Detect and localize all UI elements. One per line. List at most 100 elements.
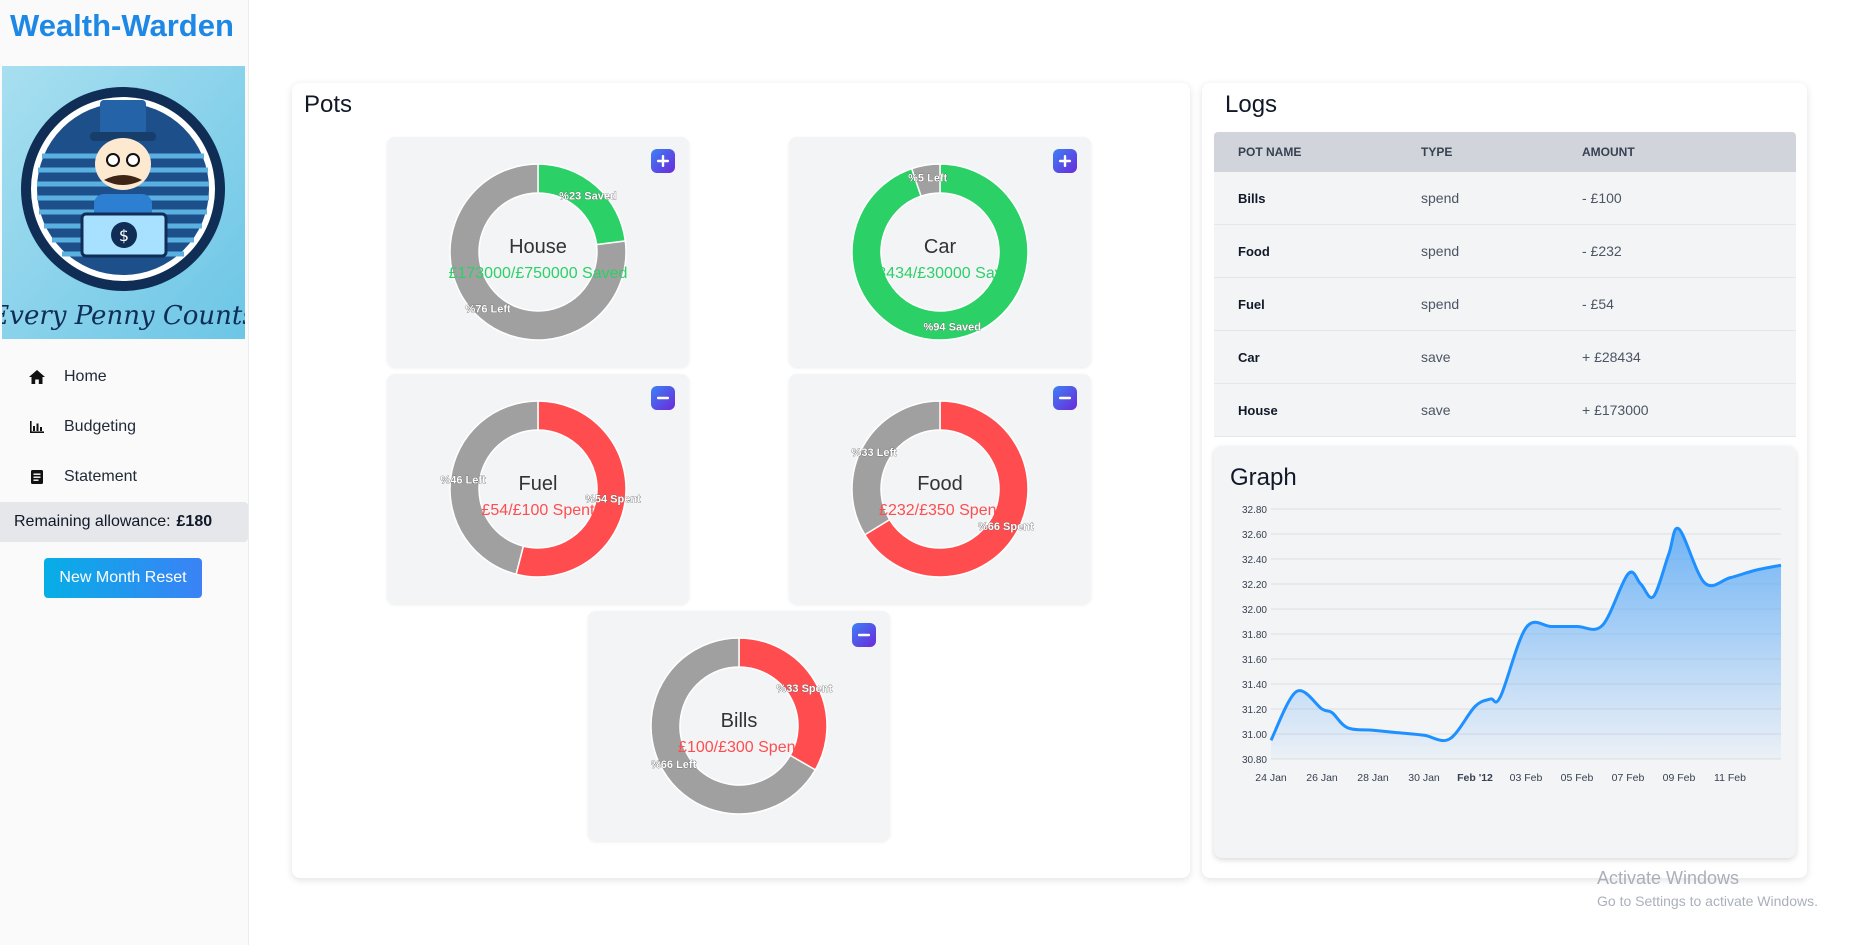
pot-donut-chart[interactable]: %94 Saved %5 Left Car £28434/£30000 Saved [789,137,1091,367]
spend-from-pot-button[interactable] [651,386,675,410]
data-point[interactable] [1550,625,1554,629]
data-point[interactable] [1320,707,1324,711]
pot-donut-chart[interactable]: %66 Spent %33 Left Food £232/£350 Spent [789,374,1091,604]
spend-from-pot-button[interactable] [1053,386,1077,410]
data-point[interactable] [1575,625,1579,629]
y-tick-label: 32.40 [1242,555,1267,566]
data-point[interactable] [1728,576,1732,580]
log-amount: + £28434 [1582,349,1641,365]
data-point[interactable] [1346,726,1350,730]
data-point[interactable] [1779,563,1783,567]
data-point[interactable] [1422,733,1426,737]
segment-label-primary: %23 Saved [559,190,616,202]
y-tick-label: 32.80 [1242,505,1267,516]
logo-caption: Every Penny Counts [2,301,245,331]
pot-donut-chart[interactable]: %54 Spent%46 Left Fuel£54/£100 Spent [387,374,689,604]
data-point[interactable] [1295,690,1299,694]
y-tick-label: 31.80 [1242,630,1267,641]
data-point[interactable] [1473,705,1477,709]
log-type: spend [1421,243,1460,259]
y-tick-label: 31.40 [1242,680,1267,691]
table-row[interactable]: Car save + £28434 [1214,331,1796,384]
sidebar-item-budgeting[interactable]: Budgeting [0,402,249,452]
data-point[interactable] [1754,568,1758,572]
pot-name: Bills [721,710,758,732]
y-tick-label: 31.00 [1242,730,1267,741]
data-point[interactable] [1667,552,1671,556]
data-point[interactable] [1601,623,1605,627]
data-point[interactable] [1652,595,1656,599]
pot-name: Car [924,236,957,258]
column-header-amount[interactable]: AMOUNT [1582,145,1796,159]
plus-icon [1059,155,1071,167]
new-month-reset-button[interactable]: New Month Reset [44,558,202,598]
logs-table: POT NAME TYPE AMOUNT Bills spend - £100 … [1214,132,1796,437]
y-tick-label: 32.20 [1242,580,1267,591]
segment-label-primary: %66 Spent [978,521,1034,533]
area-fill [1271,528,1781,759]
table-row[interactable]: Fuel spend - £54 [1214,278,1796,331]
remaining-allowance: Remaining allowance: £180 [0,502,248,542]
pot-amount: £28434/£30000 Saved [859,265,1020,282]
log-pot-name: House [1238,402,1278,418]
data-point[interactable] [1524,626,1528,630]
watermark-subtitle: Go to Settings to activate Windows. [1597,893,1818,909]
segment-label-primary: %94 Saved [924,321,981,333]
pots-title: Pots [304,91,353,118]
saved-segment[interactable] [537,163,627,246]
sidebar-nav: Home Budgeting Statement [0,352,249,502]
x-tick-label: 07 Feb [1612,772,1645,784]
logs-panel: Logs POT NAME TYPE AMOUNT Bills spend - … [1202,83,1807,878]
balance-area-chart[interactable]: 30.80 31.00 31.20 31.40 31.60 31.80 32.00 32.20… [1214,446,1796,858]
log-amount: - £100 [1582,190,1622,206]
sidebar-item-statement[interactable]: Statement [0,452,249,502]
log-amount: + £173000 [1582,402,1649,418]
minus-icon [657,396,669,400]
pot-donut-chart[interactable]: %23 Saved %76 Left House £173000/£750000 Sa… [387,137,689,367]
data-point[interactable] [1448,737,1452,741]
data-point[interactable] [1269,738,1273,742]
segment-label-secondary: %76 Left [465,304,511,316]
activate-windows-watermark: Activate Windows Go to Settings to activ… [1597,868,1818,909]
y-tick-label: 31.20 [1242,705,1267,716]
table-header: POT NAME TYPE AMOUNT [1214,132,1796,172]
pot-card-food: %66 Spent %33 Left Food £232/£350 Spent [789,374,1091,604]
data-point[interactable] [1626,572,1630,576]
app-title[interactable]: Wealth-Warden [10,8,234,44]
add-to-pot-button[interactable] [651,149,675,173]
data-point[interactable] [1330,711,1334,715]
x-tick-label: 24 Jan [1255,772,1287,784]
sidebar-item-label: Statement [64,468,137,485]
pots-panel: Pots %23 Saved %76 Left House £173000/£7500… [292,83,1190,878]
column-header-pot-name[interactable]: POT NAME [1214,145,1421,159]
table-row[interactable]: Bills spend - £100 [1214,172,1796,225]
log-amount: - £54 [1582,296,1614,312]
table-row[interactable]: House save + £173000 [1214,384,1796,437]
table-row[interactable]: Food spend - £232 [1214,225,1796,278]
data-point[interactable] [1371,728,1375,732]
segment-label-secondary: %66 Left [651,759,697,771]
banker-mascot-logo: $ Every Penny Counts [2,66,245,339]
sidebar-item-home[interactable]: Home [0,352,249,402]
add-to-pot-button[interactable] [1053,149,1077,173]
data-point[interactable] [1488,697,1492,701]
data-point[interactable] [1677,527,1681,531]
segment-label-secondary: %46 Left [440,475,486,487]
chart-icon [28,418,46,436]
x-tick-label: 09 Feb [1663,772,1696,784]
spend-from-pot-button[interactable] [852,623,876,647]
data-point[interactable] [1499,695,1503,699]
pot-name: House [509,236,567,258]
minus-icon [1059,396,1071,400]
column-header-type[interactable]: TYPE [1421,145,1582,159]
data-point[interactable] [1639,582,1643,586]
data-point[interactable] [1703,581,1707,585]
x-tick-label: 26 Jan [1306,772,1338,784]
pot-amount: £54/£100 Spent [482,502,596,519]
x-tick-label: 05 Feb [1561,772,1594,784]
home-icon [28,368,46,386]
graph-panel: Graph 30.80 31.00 31.20 31.40 31.60 31.80 32.0… [1214,446,1796,858]
data-point[interactable] [1397,731,1401,735]
pot-donut-chart[interactable]: %33 Spent %66 Left Bills £100/£300 Spent [588,611,890,841]
x-tick-label: Feb '12 [1457,772,1493,784]
